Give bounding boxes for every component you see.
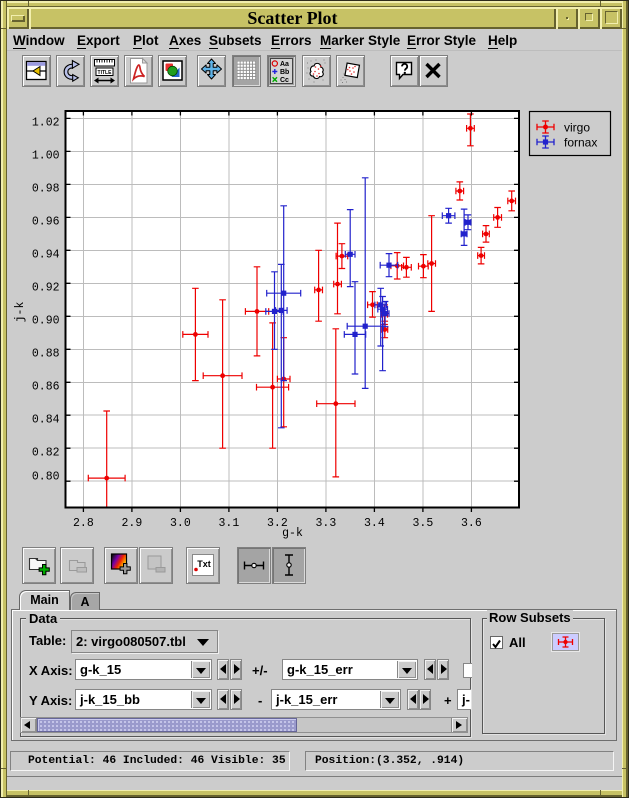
svg-text:Cc: Cc	[280, 77, 289, 84]
svg-text:fornax: fornax	[564, 136, 597, 150]
svg-text:0.88: 0.88	[32, 348, 60, 361]
svg-text:0.86: 0.86	[32, 381, 60, 394]
svg-text:2.9: 2.9	[122, 517, 143, 530]
svg-text:0.84: 0.84	[32, 413, 60, 426]
svg-text:0.90: 0.90	[32, 315, 60, 328]
svg-text:3.6: 3.6	[461, 517, 482, 530]
svg-text:virgo: virgo	[564, 121, 590, 135]
svg-text:1.00: 1.00	[32, 150, 60, 163]
svg-text:3.5: 3.5	[413, 517, 434, 530]
svg-text:0.96: 0.96	[32, 216, 60, 229]
svg-text:3.4: 3.4	[364, 517, 385, 530]
svg-text:3.3: 3.3	[316, 517, 337, 530]
svg-text:0.98: 0.98	[32, 183, 60, 196]
svg-text:3.1: 3.1	[219, 517, 240, 530]
svg-text:Bb: Bb	[280, 69, 289, 76]
svg-text:0.94: 0.94	[32, 249, 60, 262]
svg-text:j-k: j-k	[14, 302, 27, 323]
svg-text:3.0: 3.0	[170, 517, 191, 530]
svg-text:g-k: g-k	[282, 527, 303, 540]
svg-text:0.82: 0.82	[32, 446, 60, 459]
svg-text:0.92: 0.92	[32, 282, 60, 295]
svg-text:1.02: 1.02	[32, 117, 60, 130]
svg-text:Txt: Txt	[197, 559, 211, 569]
svg-text:TITLE: TITLE	[98, 70, 113, 76]
svg-text:2.8: 2.8	[73, 517, 94, 530]
svg-text:Aa: Aa	[280, 61, 289, 68]
svg-text:0.80: 0.80	[32, 471, 60, 484]
